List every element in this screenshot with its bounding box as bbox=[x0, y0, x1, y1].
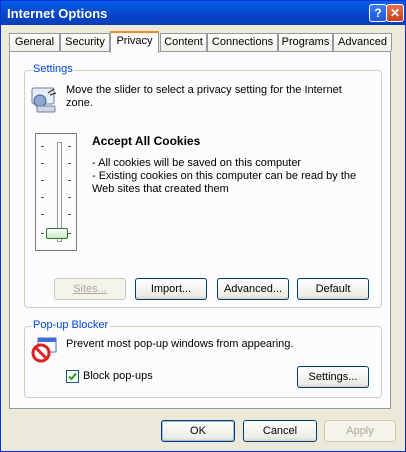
popup-settings-button[interactable]: Settings... bbox=[297, 366, 369, 388]
privacy-slider-track[interactable] bbox=[57, 142, 62, 242]
privacy-slider-thumb[interactable] bbox=[46, 228, 68, 239]
import-button[interactable]: Import... bbox=[135, 278, 207, 300]
tab-connections[interactable]: Connections bbox=[207, 33, 278, 51]
popup-blocker-legend: Pop-up Blocker bbox=[31, 319, 111, 331]
tab-security[interactable]: Security bbox=[60, 33, 110, 51]
apply-button[interactable]: Apply bbox=[324, 420, 396, 442]
block-popups-label[interactable]: Block pop-ups bbox=[83, 370, 153, 382]
help-button[interactable]: ? bbox=[369, 4, 387, 22]
sites-button[interactable]: Sites... bbox=[54, 278, 126, 300]
checkmark-icon bbox=[68, 372, 77, 381]
popup-blocker-icon bbox=[31, 337, 57, 363]
level-description-2: - Existing cookies on this computer can … bbox=[92, 170, 357, 195]
instruction-text: Move the slider to select a privacy sett… bbox=[66, 84, 342, 109]
close-icon: ✕ bbox=[389, 6, 401, 20]
level-description-1: - All cookies will be saved on this comp… bbox=[92, 157, 302, 169]
default-button[interactable]: Default bbox=[297, 278, 369, 300]
block-popups-checkbox[interactable] bbox=[66, 370, 79, 383]
close-button[interactable]: ✕ bbox=[386, 4, 404, 22]
privacy-slider-frame bbox=[35, 133, 77, 251]
tab-programs[interactable]: Programs bbox=[278, 33, 333, 51]
tab-advanced[interactable]: Advanced bbox=[333, 33, 392, 51]
popup-description: Prevent most pop-up windows from appeari… bbox=[66, 338, 294, 350]
title-bar[interactable]: Internet Options ? ✕ bbox=[1, 1, 405, 25]
window-title: Internet Options bbox=[7, 6, 108, 21]
privacy-panel: Settings Move the slider to select a pri… bbox=[9, 51, 391, 409]
tab-general[interactable]: General bbox=[9, 33, 60, 51]
help-icon: ? bbox=[374, 6, 382, 20]
ok-button[interactable]: OK bbox=[161, 420, 235, 442]
tab-content[interactable]: Content bbox=[160, 33, 207, 51]
popup-blocker-group: Pop-up Blocker Prevent most pop-up windo… bbox=[24, 319, 382, 398]
settings-legend: Settings bbox=[31, 63, 75, 75]
settings-group: Settings Move the slider to select a pri… bbox=[24, 63, 382, 308]
internet-options-window: Internet Options ? ✕ General Security Pr… bbox=[0, 0, 406, 452]
tab-privacy[interactable]: Privacy bbox=[110, 31, 159, 53]
advanced-button[interactable]: Advanced... bbox=[217, 278, 289, 300]
cancel-button[interactable]: Cancel bbox=[243, 420, 317, 442]
level-title: Accept All Cookies bbox=[92, 134, 201, 148]
privacy-icon bbox=[31, 87, 57, 113]
